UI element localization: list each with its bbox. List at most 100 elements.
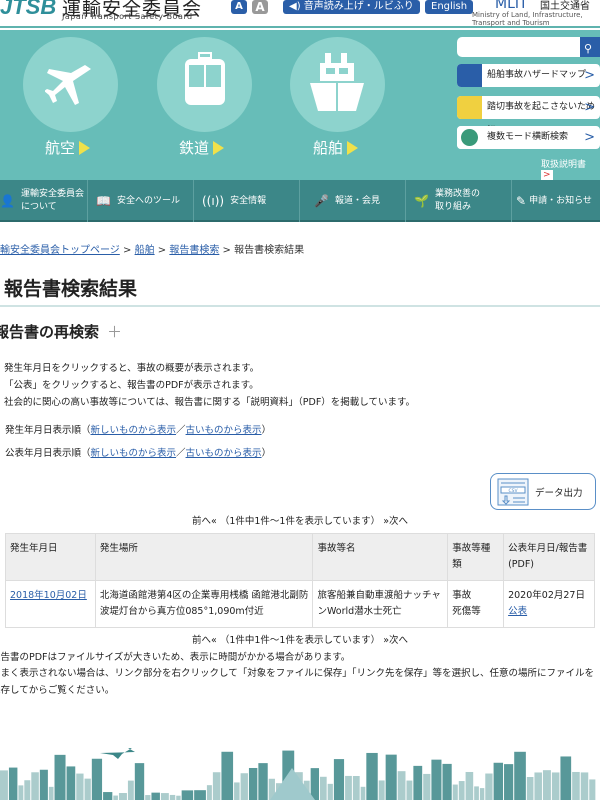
search-button[interactable]: ⚲ <box>580 37 600 57</box>
skyline-building <box>479 788 485 800</box>
skyline-building <box>127 780 134 800</box>
site-header: JTSB 運輸安全委員会 Japan Transport Safety Boar… <box>0 0 600 28</box>
skyline-building <box>560 756 572 800</box>
pencil-icon: ✎ <box>516 193 527 208</box>
pdf-icon: > <box>541 170 553 180</box>
sort-occurrence-oldest[interactable]: 古いものから表示 <box>186 425 262 436</box>
signal-icon: ((ı)) <box>202 193 225 208</box>
col-header-date: 発生年月日 <box>5 533 96 581</box>
skyline-building <box>240 773 248 800</box>
nav-label: 安全へのツール <box>116 195 180 206</box>
skyline-building <box>145 795 151 800</box>
col-header-place: 発生場所 <box>94 533 314 581</box>
skyline-building <box>366 752 378 800</box>
skyline-building <box>66 766 76 800</box>
skyline-building <box>327 783 333 800</box>
sort-occurrence-newest[interactable]: 新しいものから表示 <box>91 425 177 436</box>
mode-marine-label[interactable]: 船舶 <box>313 137 359 158</box>
nav-item-notices[interactable]: ✎ 申請・お知らせ <box>512 180 600 222</box>
research-label: 報告書の再検索 <box>0 323 100 341</box>
skyline-building <box>258 763 268 800</box>
breadcrumb-top[interactable]: 運輸安全委員会トップページ <box>0 245 120 256</box>
skyline-building <box>493 762 504 800</box>
manual-link[interactable]: 取扱説明書 > <box>541 157 600 180</box>
publication-pdf-link[interactable]: 公表 <box>508 606 527 617</box>
train-icon <box>185 52 225 105</box>
skyline-building <box>0 770 8 800</box>
skyline-building <box>18 785 24 800</box>
breadcrumb-report-search[interactable]: 報告書検索 <box>169 245 219 256</box>
mode-railway-button[interactable] <box>157 37 252 132</box>
microphone-icon: 🎤 <box>314 193 329 208</box>
mode-marine-button[interactable] <box>290 37 385 132</box>
ship-icon <box>457 64 482 87</box>
nav-label: 安全情報 <box>230 195 267 206</box>
mode-railway-label[interactable]: 鉄道 <box>179 137 225 158</box>
sort-occurrence: 発生年月日表示順（新しいものから表示／古いものから表示） <box>5 425 272 436</box>
skyline-building <box>542 770 551 800</box>
side-link-cross-mode-search[interactable]: 複数モード横断検索 > <box>457 126 600 149</box>
col-header-name: 事故等名 <box>312 533 449 581</box>
skyline-building <box>320 776 327 800</box>
skyline-building <box>580 772 589 800</box>
skyline-building <box>352 775 360 800</box>
airplane-icon <box>45 63 91 105</box>
skyline-building <box>397 771 406 800</box>
info-bullet: 「公表」をクリックすると、報告書のPDFが表示されます。 <box>4 380 259 391</box>
skyline-building <box>485 773 493 800</box>
csv-export-button[interactable]: CSV データ出力 <box>490 473 596 510</box>
skyline-building <box>474 786 479 800</box>
skyline-building <box>206 785 212 800</box>
nav-item-tools[interactable]: 📖 安全へのツール <box>88 180 194 222</box>
nav-item-improvement[interactable]: 🌱 業務改善の取り組み <box>406 180 512 222</box>
skyline-building <box>452 784 458 800</box>
skyline-building <box>431 759 442 800</box>
nav-item-press[interactable]: 🎤 報道・会見 <box>300 180 406 222</box>
mode-aviation-button[interactable] <box>23 37 118 132</box>
font-size-small-button[interactable]: A <box>231 0 247 14</box>
skyline-building <box>169 794 176 800</box>
pdf-note: 報告書のPDFはファイルサイズが大きいため、表示に時間がかかる場合があります。 <box>0 652 351 663</box>
nav-item-about[interactable]: 👤 運輸安全委員会について <box>0 180 88 222</box>
skyline-building <box>76 773 84 800</box>
chevron-right-icon: > <box>584 100 595 115</box>
pagination-top: 前へ« （1件中1件～1件を表示しています） »次へ <box>0 513 600 527</box>
speaker-icon: ◀) <box>289 1 301 12</box>
prev-link[interactable]: 前へ« <box>192 516 217 527</box>
skyline-building <box>31 772 39 800</box>
font-size-large-button[interactable]: A <box>252 0 268 14</box>
csv-file-icon: CSV <box>497 478 529 506</box>
research-toggle[interactable]: 報告書の再検索 ＋ <box>0 321 122 342</box>
breadcrumb-sep: > <box>157 245 167 256</box>
skyline-building <box>458 781 465 800</box>
skyline-building <box>194 790 206 800</box>
org-name-en: Japan Transport Safety Board <box>62 12 193 21</box>
plus-icon: ＋ <box>107 323 123 341</box>
sort-publication-newest[interactable]: 新しいものから表示 <box>91 448 177 459</box>
prev-link[interactable]: 前へ« <box>192 635 217 646</box>
english-button[interactable]: English <box>425 0 474 14</box>
breadcrumb-marine[interactable]: 船舶 <box>135 245 155 256</box>
side-link-label: 複数モード横断検索 <box>487 132 569 142</box>
next-link[interactable]: »次へ <box>383 635 408 646</box>
skyline-building <box>113 795 118 800</box>
ship-icon <box>310 53 364 111</box>
read-aloud-button[interactable]: ◀) 音声読み上げ・ルビふり <box>283 0 420 14</box>
occurrence-date-link[interactable]: 2018年10月02日 <box>10 590 87 601</box>
next-link[interactable]: »次へ <box>383 516 408 527</box>
jtsb-logo[interactable]: JTSB <box>0 0 56 20</box>
sort-publication-oldest[interactable]: 古いものから表示 <box>186 448 262 459</box>
nav-item-safety-info[interactable]: ((ı)) 安全情報 <box>194 180 300 222</box>
side-link-crossing-safety[interactable]: 踏切事故を起こさないために> <box>457 96 600 135</box>
mode-aviation-label[interactable]: 航空 <box>45 137 91 158</box>
side-link-hazard-map[interactable]: 船舶事故ハザードマップ > <box>457 64 600 87</box>
skyline-building <box>24 780 31 800</box>
skyline-building <box>212 772 221 800</box>
table-header-row: 発生年月日 発生場所 事故等名 事故等種類 公表年月日/報告書(PDF) <box>5 533 595 581</box>
skyline-building <box>54 754 66 800</box>
page-title: 報告書検索結果 <box>4 278 138 300</box>
skyline-building <box>160 793 169 800</box>
place-cell: 北海道函館港第4区の企業専用桟橋 函館港北副防波堤灯台から真方位085°1,09… <box>94 580 314 628</box>
skyline-building <box>385 754 397 800</box>
search-input[interactable] <box>457 37 580 57</box>
